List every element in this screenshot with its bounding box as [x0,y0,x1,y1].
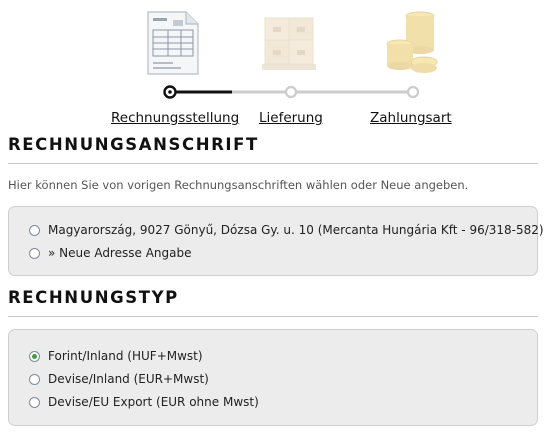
step-link-payment[interactable]: Zahlungsart [370,110,452,126]
invoice-type-eur-label: Devise/Inland (EUR+Mwst) [48,372,209,386]
invoice-document-icon [147,11,199,75]
step-link-billing[interactable]: Rechnungsstellung [111,110,239,126]
section-divider [8,163,538,164]
invoice-type-option-huf[interactable]: Forint/Inland (HUF+Mwst) [29,349,203,363]
address-option-existing[interactable]: Magyarország, 9027 Gönyű, Dózsa Gy. u. 1… [29,223,544,237]
step-link-delivery[interactable]: Lieferung [259,110,323,126]
checkout-steps-icons [0,0,553,80]
address-new-label: » Neue Adresse Angabe [48,246,192,260]
address-new-radio[interactable] [29,247,40,259]
invoice-type-option-eur[interactable]: Devise/Inland (EUR+Mwst) [29,372,209,386]
coin-stack-icon [386,11,438,73]
step-marker-pending [406,85,420,99]
invoice-type-eu-export-label: Devise/EU Export (EUR ohne Mwst) [48,395,259,409]
invoice-type-huf-radio[interactable] [29,350,40,362]
invoice-type-heading: RECHNUNGSTYP [8,288,179,307]
invoice-type-eur-radio[interactable] [29,373,40,385]
invoice-type-options-panel: Forint/Inland (HUF+Mwst) Devise/Inland (… [8,329,538,426]
step-marker-pending [284,85,298,99]
checkout-progress-track [163,85,420,99]
pallet-boxes-icon [262,17,316,70]
invoice-type-huf-label: Forint/Inland (HUF+Mwst) [48,349,203,363]
invoice-address-heading: RECHNUNGSANSCHRIFT [8,135,259,154]
address-existing-radio[interactable] [29,224,40,236]
invoice-type-option-eu-export[interactable]: Devise/EU Export (EUR ohne Mwst) [29,395,259,409]
checkout-step-links: Rechnungsstellung Lieferung Zahlungsart [0,110,553,132]
section-divider [8,316,538,317]
address-existing-label: Magyarország, 9027 Gönyű, Dózsa Gy. u. 1… [48,223,544,237]
invoice-address-hint: Hier können Sie von vorigen Rechnungsans… [8,178,469,192]
address-option-new[interactable]: » Neue Adresse Angabe [29,246,191,260]
invoice-type-eu-export-radio[interactable] [29,396,40,408]
invoice-address-options-panel: Magyarország, 9027 Gönyű, Dózsa Gy. u. 1… [8,206,544,276]
